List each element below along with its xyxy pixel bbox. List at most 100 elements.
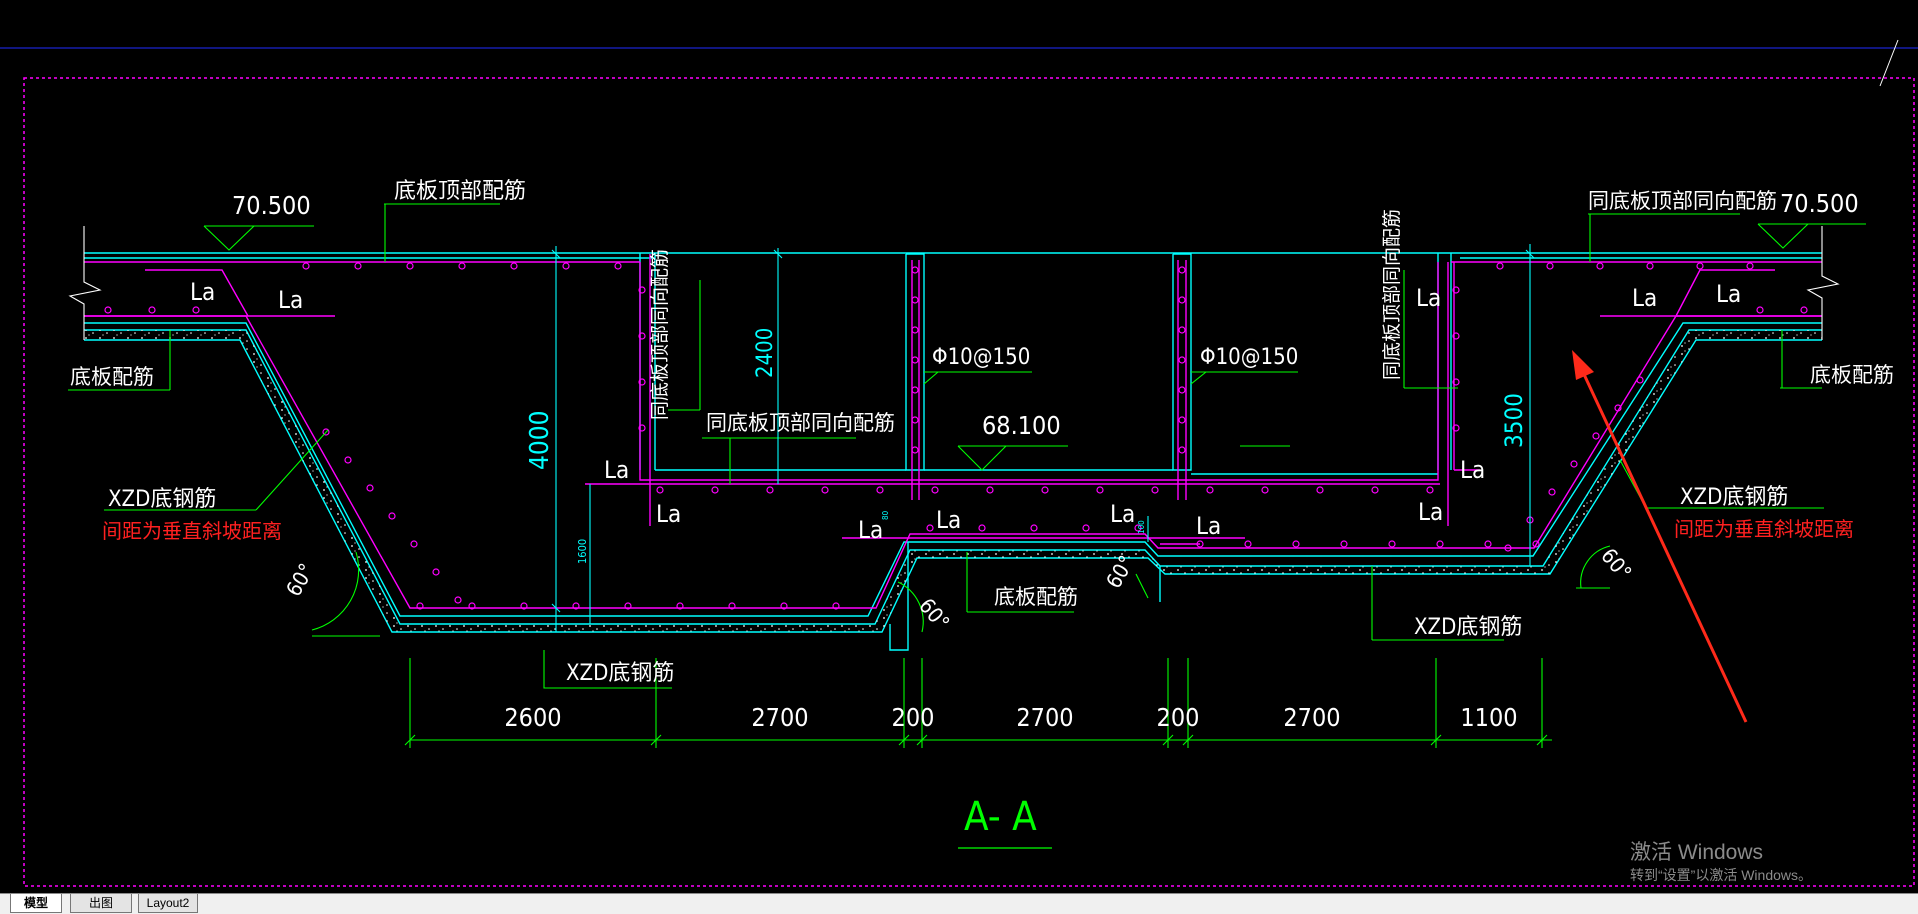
rebar-dot — [148, 306, 156, 314]
bottom-dim-label: 2700 — [751, 703, 808, 732]
note-same-top-vertical-left: 同底板顶部同向配筋 — [649, 249, 671, 420]
la-label: La — [1196, 512, 1221, 540]
rebar-dot — [978, 524, 986, 532]
concrete-outline — [84, 252, 1822, 651]
rebar-dot — [1746, 262, 1754, 270]
rebar-dot — [614, 262, 622, 270]
la-label: La — [1460, 456, 1485, 484]
rebar-dot — [302, 262, 310, 270]
rebar-dot — [1206, 486, 1214, 494]
rebar-dot — [1041, 486, 1049, 494]
rebar-dot — [454, 596, 462, 604]
rebar-dot — [432, 568, 440, 576]
rebar-dot — [656, 486, 664, 494]
rebar-dot — [1426, 486, 1434, 494]
rebar-dot — [1436, 540, 1444, 548]
elevation-center: 68.100 — [982, 411, 1061, 440]
note-slab-rebar-right: 底板配筋 — [1810, 363, 1894, 387]
rebar-dot — [354, 262, 362, 270]
la-label: La — [858, 516, 883, 544]
rebar-dot — [1548, 488, 1556, 496]
rebar-dot — [1096, 486, 1104, 494]
text-layer: 70.500 70.500 68.100 底板顶部配筋 同底板顶部同向配筋 同底… — [70, 179, 1894, 849]
bottom-dim-label: 200 — [892, 703, 935, 732]
rebar-dot — [1388, 540, 1396, 548]
rebar-dot — [1570, 460, 1578, 468]
la-label: La — [656, 500, 681, 528]
rebar-dot — [366, 484, 374, 492]
rebar-dot — [911, 326, 919, 334]
rebar-dot — [1244, 540, 1252, 548]
rebar-dot — [1756, 306, 1764, 314]
rebar-dot — [388, 512, 396, 520]
rebar-dot — [1178, 386, 1186, 394]
rebar-dot — [931, 486, 939, 494]
rebar-dot — [911, 296, 919, 304]
dim-wall-2400: 2400 — [753, 328, 778, 378]
angle-label: 60° — [1596, 544, 1636, 585]
section-title: A- A — [964, 794, 1037, 840]
angle-label: 60° — [282, 560, 320, 601]
tab-model[interactable]: 模型 — [10, 894, 62, 913]
dim-100: 100 — [1137, 520, 1146, 534]
note-same-top-center: 同底板顶部同向配筋 — [706, 411, 895, 435]
rebar-dot — [911, 386, 919, 394]
rebar-dot — [1646, 262, 1654, 270]
rebar-dot — [406, 262, 414, 270]
rebar-dot — [911, 416, 919, 424]
bottom-dim-label: 2700 — [1016, 703, 1073, 732]
note-same-top-right: 同底板顶部同向配筋 — [1588, 189, 1777, 213]
la-label: La — [1716, 280, 1741, 308]
note-xzd-bottom-left: XZD底钢筋 — [566, 661, 674, 686]
rebar-dot — [344, 456, 352, 464]
bottom-dim-label: 200 — [1157, 703, 1200, 732]
rebar-dot — [911, 446, 919, 454]
rebar-dot — [410, 540, 418, 548]
cad-drawing-canvas[interactable]: 70.500 70.500 68.100 底板顶部配筋 同底板顶部同向配筋 同底… — [0, 0, 1918, 893]
concrete-hatching — [84, 330, 1822, 632]
rebar-dot — [911, 356, 919, 364]
layout-tab-bar: 模型 出图 Layout2 — [0, 893, 1918, 914]
rebar-dot — [876, 486, 884, 494]
rebar-dot — [1316, 486, 1324, 494]
rebar-dot — [926, 524, 934, 532]
rebar-dot — [1178, 326, 1186, 334]
rebar-dot — [911, 266, 919, 274]
note-xzd-right: XZD底钢筋 — [1680, 485, 1788, 510]
rebar-dot — [1484, 540, 1492, 548]
la-label: La — [1416, 284, 1441, 312]
note-xzd-left-spacing: 间距为垂直斜坡距离 — [102, 519, 282, 543]
tab-print[interactable]: 出图 — [70, 894, 132, 913]
note-same-top-vertical-right: 同底板顶部同向配筋 — [1381, 209, 1403, 380]
tab-layout2[interactable]: Layout2 — [138, 894, 198, 913]
rebar-dot — [1800, 306, 1808, 314]
rebar-dot — [1151, 486, 1159, 494]
note-slab-top-rebar: 底板顶部配筋 — [394, 179, 526, 204]
bottom-dim-label: 2700 — [1283, 703, 1340, 732]
elevation-left: 70.500 — [232, 191, 311, 220]
rebar-dot — [1030, 524, 1038, 532]
rebar-dot — [1371, 486, 1379, 494]
note-slab-rebar-center: 底板配筋 — [994, 585, 1078, 609]
la-label: La — [1418, 498, 1443, 526]
rebar-spec-2: Φ10@150 — [1200, 345, 1298, 370]
la-label: La — [1632, 284, 1657, 312]
dim-depth-right: 3500 — [1500, 393, 1528, 448]
rebar-dot — [458, 262, 466, 270]
rebar-dot — [1340, 540, 1348, 548]
rebar-dot — [1178, 356, 1186, 364]
rebar-dot — [1496, 262, 1504, 270]
rebar-dot — [104, 306, 112, 314]
note-slab-rebar-left: 底板配筋 — [70, 365, 154, 389]
rebar-dot — [1082, 524, 1090, 532]
rebar-dot — [1261, 486, 1269, 494]
rebar-dot — [986, 486, 994, 494]
rebar-dot — [766, 486, 774, 494]
rebar-spec-1: Φ10@150 — [932, 345, 1030, 370]
dim-depth-left: 4000 — [525, 410, 555, 470]
angle-label: 60° — [914, 594, 954, 635]
rebar-dot — [1596, 262, 1604, 270]
la-label: La — [278, 286, 303, 314]
rebar-dot — [1292, 540, 1300, 548]
break-symbols — [68, 226, 1840, 340]
